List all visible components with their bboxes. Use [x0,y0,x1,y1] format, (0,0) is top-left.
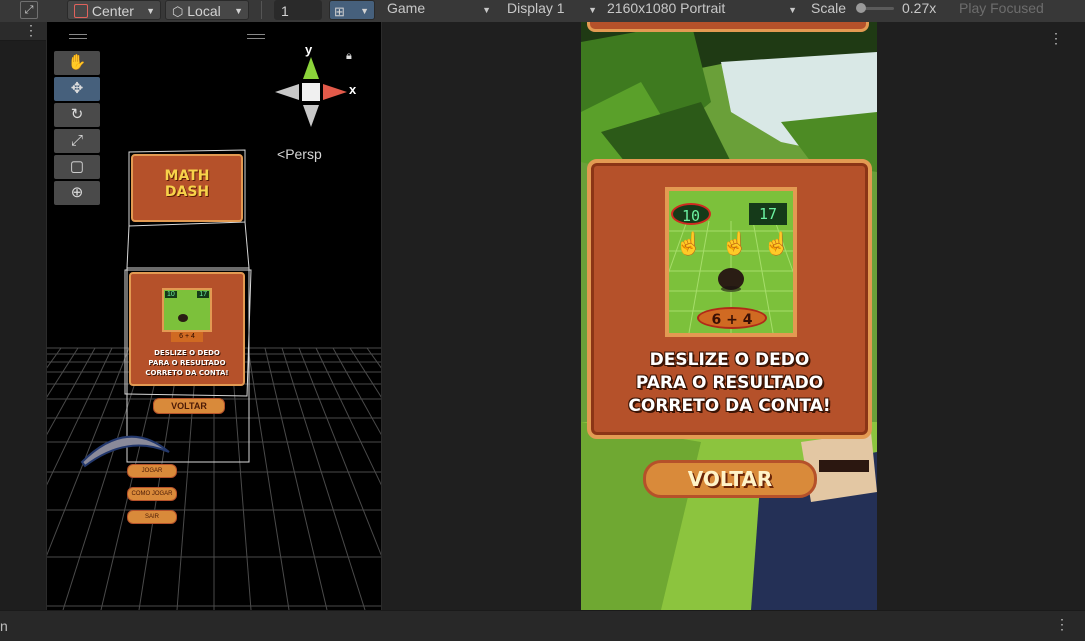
scale-slider-handle[interactable] [856,3,866,13]
left-panel-header: ⋮ [0,22,46,41]
scale-tool-button[interactable]: ⤢ [54,129,100,153]
game-view-dropdown[interactable]: Game ▼ [387,0,491,20]
bottom-status-bar: n ⋮ [0,610,1085,641]
move-tool-icon: ✥ [70,80,84,97]
pivot-center-dropdown[interactable]: Center ▼ [67,0,161,20]
perspective-icon: < [277,146,286,162]
play-focused-button[interactable]: Play Focused [959,0,1044,16]
scene-mini-num-left: 10 [165,291,177,298]
scene-voltar-button[interactable]: VOLTAR [153,398,225,414]
game-screen[interactable]: 10 17 ☝ ☝ ☝ 6 + 4 DESLIZE O DEDO PARA O … [581,22,877,610]
rotate-tool-button[interactable]: ↻ [54,103,100,127]
scene-how-to-play-button[interactable]: COMO JOGAR [127,487,177,501]
voltar-button[interactable]: VOLTAR [643,460,817,498]
scene-instructions-text: DESLIZE O DEDO PARA O RESULTADO CORRETO … [145,349,229,377]
perspective-toggle[interactable]: <Persp [277,146,322,162]
rect-tool-icon: ▢ [69,158,85,175]
rect-tool-button[interactable]: ▢ [54,155,100,179]
cube-icon: ⬡ [172,4,184,19]
instructions-line-2: PARA O RESULTADO [635,373,824,393]
more-options-icon[interactable]: ⋮ [1055,616,1069,633]
instructions-line-3: CORRETO DA CONTA! [628,396,831,416]
status-text: n [0,618,8,634]
center-pivot-icon [74,4,88,18]
top-wood-panel [587,22,869,32]
chevron-down-icon: ▼ [360,6,369,16]
tool-palette: ✋ ✥ ↻ ⤢ ▢ ⊕ [54,51,101,207]
grid-snap-button[interactable]: ⊞ ▼ [329,0,375,20]
chevron-down-icon: ▼ [234,6,243,16]
chevron-down-icon: ▼ [482,5,491,15]
scene-exit-button[interactable]: SAIR [127,510,177,524]
grid-size-value: 1 [281,3,289,19]
scene-mini-player [178,314,188,322]
display-dropdown[interactable]: Display 1 ▼ [507,0,597,20]
scene-title-panel[interactable]: MATH DASH [131,154,243,222]
tutorial-num-left: 10 [671,203,711,225]
game-toolbar: Game ▼ Display 1 ▼ 2160x1080 Portrait ▼ … [382,0,1085,23]
more-options-icon[interactable]: ⋮ [24,22,38,39]
lock-icon[interactable]: 🔒︎ [346,50,352,63]
chevron-down-icon: ▼ [788,5,797,15]
display-label: Display 1 [507,0,565,16]
grid-size-input[interactable]: 1 [274,0,322,20]
instructions-line-1: DESLIZE O DEDO [649,350,810,370]
space-label: Local [187,3,221,19]
scene-mini-num-right: 17 [197,291,209,298]
move-tool-button[interactable]: ✥ [54,77,100,101]
tutorial-num-right: 17 [749,203,787,225]
scene-toolbar: ⤢ Center ▼ ⬡ Local ▼ 1 ⊞ ▼ [0,0,382,23]
maximize-icon[interactable]: ⤢ [20,1,38,19]
scale-slider[interactable] [856,3,894,13]
instructions-text: DESLIZE O DEDO PARA O RESULTADO CORRETO … [591,349,868,418]
resolution-label: 2160x1080 Portrait [607,0,726,16]
scene-mini-equation: 6 + 4 [171,332,203,342]
toolbar-divider [261,1,262,19]
hand-pointer-icon: ☝ [763,231,791,256]
game-label: Game [387,0,426,16]
tutorial-image: 10 17 ☝ ☝ ☝ 6 + 4 [665,187,797,337]
scale-tool-icon: ⤢ [70,132,83,149]
grid-snap-icon: ⊞ [334,4,345,19]
resolution-dropdown[interactable]: 2160x1080 Portrait ▼ [607,0,797,20]
space-local-dropdown[interactable]: ⬡ Local ▼ [165,0,249,20]
overlay-drag-handle[interactable] [247,34,265,39]
persp-label: Persp [285,146,322,162]
scene-title-text: MATH DASH [164,168,210,200]
scale-label: Scale [811,0,847,16]
more-options-icon[interactable]: ⋮ [1049,30,1063,47]
hand-tool-button[interactable]: ✋ [54,51,100,75]
scene-play-button[interactable]: JOGAR [127,464,177,478]
transform-tool-button[interactable]: ⊕ [54,181,100,205]
tutorial-equation: 6 + 4 [697,307,767,329]
transform-tool-icon: ⊕ [70,184,84,201]
hand-pointer-icon: ☝ [675,231,703,256]
chevron-down-icon: ▼ [588,5,597,15]
chevron-down-icon: ▼ [146,6,155,16]
rotate-tool-icon: ↻ [70,106,84,123]
scene-instructions-panel[interactable]: 10 17 6 + 4 DESLIZE O DEDO PARA O RESULT… [129,272,245,386]
instructions-panel: 10 17 ☝ ☝ ☝ 6 + 4 DESLIZE O DEDO PARA O … [587,159,872,439]
scale-value: 0.27x [902,0,937,16]
scene-gizmo[interactable]: y x 🔒︎ [275,42,365,152]
hand-pointer-icon: ☝ [721,231,749,256]
scene-mini-grass: 10 17 [162,288,212,332]
overlay-drag-handle[interactable] [69,34,87,39]
pivot-label: Center [91,3,134,19]
left-panel [0,22,46,610]
hand-tool-icon: ✋ [67,54,87,71]
